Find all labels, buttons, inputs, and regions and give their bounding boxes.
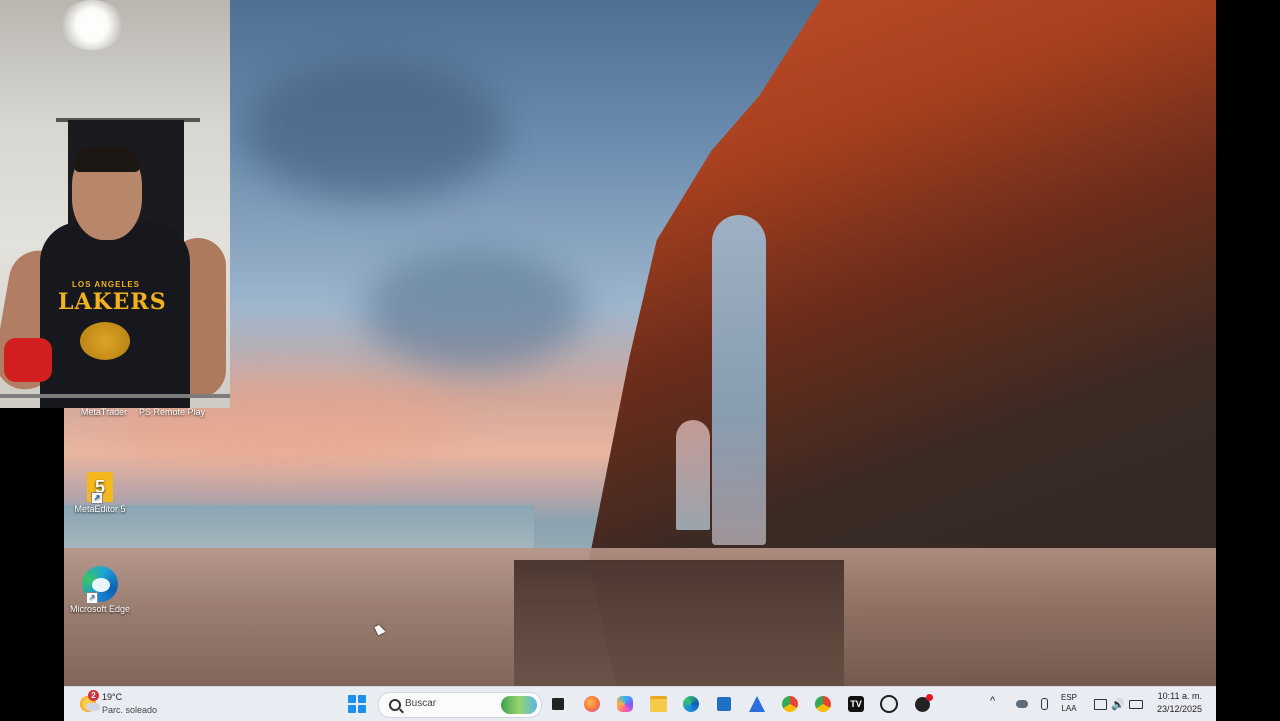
weather-temperature: 19°C <box>102 692 123 702</box>
store-icon[interactable] <box>714 694 734 714</box>
cloud-icon <box>86 703 100 711</box>
rock-arch-small <box>676 420 710 530</box>
clock-date: 23/12/2025 <box>1156 704 1202 714</box>
cloud <box>364 250 584 370</box>
show-hidden-icons-chevron-icon[interactable]: ^ <box>990 696 995 707</box>
desktop-icon-metaeditor-5[interactable]: 5 ↗ MetaEditor 5 <box>64 472 140 514</box>
taskbar-search[interactable]: Buscar <box>378 692 542 718</box>
rock-arch <box>712 215 766 545</box>
language-top: ESP <box>1061 693 1078 702</box>
taskbar: 2 19°C Parc. soleado Buscar TV ^ ESP LAA… <box>64 686 1216 721</box>
weather-widget[interactable]: 2 19°C Parc. soleado <box>78 690 188 718</box>
metaeditor-icon: 5 ↗ <box>87 472 113 504</box>
desktop-icon-microsoft-edge[interactable]: ↗ Microsoft Edge <box>64 566 140 614</box>
task-view-icon[interactable] <box>548 694 568 714</box>
webcam-border <box>0 394 230 398</box>
search-highlight-icon <box>501 696 537 714</box>
onedrive-icon[interactable] <box>1012 694 1032 714</box>
chatgpt-icon[interactable] <box>879 694 899 714</box>
jersey-top-text: LOS ANGELES <box>71 280 141 289</box>
person-hair <box>74 146 140 172</box>
jersey-main-text: LAKERS <box>58 289 167 315</box>
start-button[interactable] <box>348 695 366 713</box>
webcam-overlay: LOS ANGELES LAKERS <box>0 0 230 408</box>
desktop-icon-label: Microsoft Edge <box>69 604 131 614</box>
chrome-icon[interactable] <box>813 694 833 714</box>
search-icon <box>389 699 401 711</box>
weather-description: Parc. soleado <box>102 705 158 715</box>
microphone-icon[interactable] <box>1034 694 1054 714</box>
ceiling-light <box>60 0 124 50</box>
app-icon[interactable] <box>747 694 767 714</box>
tradingview-icon[interactable]: TV <box>846 694 866 714</box>
language-indicator[interactable]: ESP LAA <box>1061 692 1077 714</box>
copilot-icon[interactable] <box>615 694 635 714</box>
shortcut-arrow-icon: ↗ <box>91 492 103 504</box>
edge-icon[interactable] <box>681 694 701 714</box>
notification-badge: 2 <box>88 690 99 701</box>
clock-time: 10:11 a. m. <box>1157 691 1202 701</box>
edge-icon: ↗ <box>82 566 118 604</box>
desktop-icon-label: PS Remote Play <box>138 407 206 417</box>
search-placeholder: Buscar <box>405 698 437 709</box>
volume-icon[interactable]: 🔊 <box>1108 694 1128 714</box>
network-icon[interactable] <box>1090 694 1110 714</box>
rock-reflection <box>514 560 844 686</box>
battery-icon[interactable] <box>1126 694 1146 714</box>
app-icon[interactable] <box>912 693 933 714</box>
desktop-icon-label: MetaEditor 5 <box>74 504 126 514</box>
folder-icon[interactable] <box>648 694 668 714</box>
desktop-wallpaper: MetaTrader PS Remote Play 5 ↗ MetaEditor… <box>64 0 1216 686</box>
language-bottom: LAA <box>1061 704 1077 713</box>
jersey-text: LOS ANGELES LAKERS <box>58 280 166 350</box>
red-object <box>4 338 52 382</box>
chrome-icon[interactable] <box>780 694 800 714</box>
firefox-icon[interactable] <box>582 694 602 714</box>
system-clock[interactable]: 10:11 a. m. 23/12/2025 <box>1157 690 1202 716</box>
shortcut-arrow-icon: ↗ <box>86 592 98 604</box>
cloud <box>244 60 504 200</box>
